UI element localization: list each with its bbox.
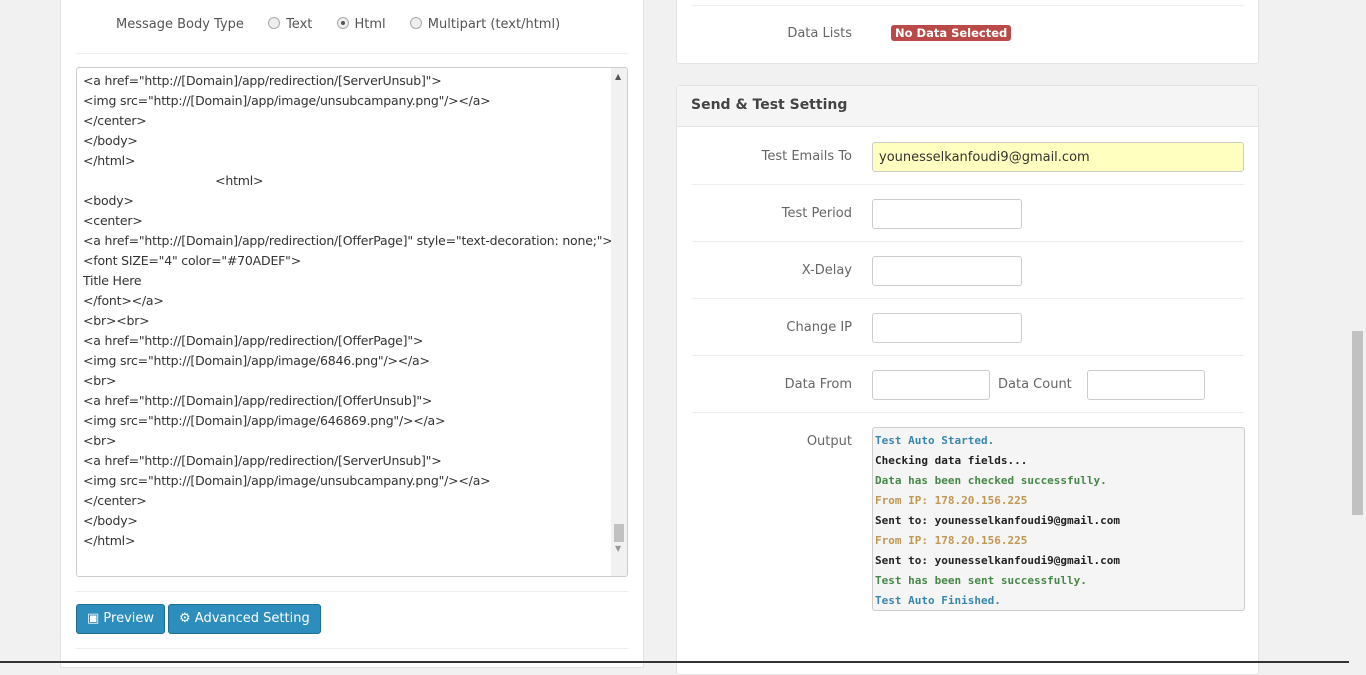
page-scrollbar[interactable] bbox=[1349, 0, 1366, 663]
test-period-input[interactable] bbox=[872, 199, 1022, 229]
html-body-editor[interactable]: <a href="http://[Domain]/app/redirection… bbox=[76, 67, 628, 577]
data-from-label: Data From bbox=[784, 377, 852, 392]
divider bbox=[692, 298, 1244, 299]
divider bbox=[692, 184, 1244, 185]
x-delay-input[interactable] bbox=[872, 256, 1022, 286]
output-line: Test Auto Started. bbox=[875, 434, 995, 447]
code-line: <img src="http://[Domain]/app/image/unsu… bbox=[83, 473, 491, 488]
code-line: </font></a> bbox=[83, 293, 164, 308]
test-emails-label: Test Emails To bbox=[761, 149, 852, 164]
code-line: </body> bbox=[83, 513, 138, 528]
body-type-row: Message Body Type Text Html Multipart (t… bbox=[116, 17, 560, 32]
code-line: <br> bbox=[83, 373, 117, 388]
output-log: Test Auto Started. Checking data fields..… bbox=[872, 427, 1245, 611]
output-line: Checking data fields... bbox=[875, 454, 1028, 467]
code-line: <img src="http://[Domain]/app/image/6846… bbox=[83, 353, 430, 368]
radio-text-label: Text bbox=[286, 17, 313, 32]
divider bbox=[76, 648, 628, 649]
radio-multipart-label: Multipart (text/html) bbox=[427, 17, 561, 32]
code-line: <html> bbox=[83, 173, 264, 188]
divider bbox=[692, 5, 1244, 6]
output-line: Sent to: younesselkanfoudi9@gmail.com bbox=[875, 514, 1121, 527]
data-lists-panel: Data Lists No Data Selected bbox=[676, 0, 1259, 64]
data-count-input[interactable] bbox=[1087, 370, 1205, 400]
output-line: Test has been sent successfully. bbox=[875, 574, 1087, 587]
x-delay-label: X-Delay bbox=[801, 263, 852, 278]
no-data-badge: No Data Selected bbox=[891, 25, 1012, 41]
test-emails-input[interactable] bbox=[872, 142, 1244, 172]
code-line: </html> bbox=[83, 533, 136, 548]
data-count-label: Data Count bbox=[998, 377, 1072, 392]
radio-multipart[interactable] bbox=[409, 17, 422, 29]
code-line: <a href="http://[Domain]/app/redirection… bbox=[83, 73, 442, 88]
code-line: Title Here bbox=[83, 273, 142, 288]
output-line: From IP: 178.20.156.225 bbox=[875, 494, 1028, 507]
code-line: </center> bbox=[83, 113, 147, 128]
output-line: Data has been checked successfully. bbox=[875, 474, 1107, 487]
panel-title: Send & Test Setting bbox=[677, 86, 1258, 127]
body-type-label: Message Body Type bbox=[116, 17, 244, 32]
code-line: <body> bbox=[83, 193, 134, 208]
change-ip-label: Change IP bbox=[786, 320, 852, 335]
test-period-label: Test Period bbox=[781, 206, 852, 221]
radio-text[interactable] bbox=[268, 17, 281, 29]
divider bbox=[692, 355, 1244, 356]
code-line: <a href="http://[Domain]/app/redirection… bbox=[83, 453, 442, 468]
code-line: </html> bbox=[83, 153, 136, 168]
data-lists-label: Data Lists bbox=[787, 26, 852, 41]
send-test-panel: Send & Test Setting Test Emails To Test … bbox=[676, 85, 1259, 675]
output-label: Output bbox=[806, 434, 852, 449]
code-line: <br><br> bbox=[83, 313, 150, 328]
output-line: From IP: 178.20.156.225 bbox=[875, 534, 1028, 547]
code-line: <font SIZE="4" color="#70ADEF"> bbox=[83, 253, 301, 268]
code-line: <img src="http://[Domain]/app/image/6468… bbox=[83, 413, 446, 428]
code-line: </body> bbox=[83, 133, 138, 148]
code-line: <center> bbox=[83, 213, 143, 228]
code-line: <br> bbox=[83, 433, 117, 448]
message-body-panel: Message Body Type Text Html Multipart (t… bbox=[60, 0, 644, 668]
preview-button[interactable]: ▣ Preview bbox=[76, 604, 166, 634]
output-line: Test Auto Finished. bbox=[875, 594, 1001, 607]
advanced-setting-button[interactable]: ⚙ Advanced Setting bbox=[168, 604, 321, 634]
gear-icon: ⚙ bbox=[179, 611, 195, 626]
radio-html-label: Html bbox=[354, 17, 386, 32]
editor-scrollbar[interactable]: ▲ ▼ bbox=[611, 68, 627, 576]
divider bbox=[692, 412, 1244, 413]
code-line: <a href="http://[Domain]/app/redirection… bbox=[83, 233, 613, 248]
divider bbox=[692, 241, 1244, 242]
radio-html[interactable] bbox=[336, 17, 349, 29]
change-ip-input[interactable] bbox=[872, 313, 1022, 343]
data-from-input[interactable] bbox=[872, 370, 990, 400]
code-line: <a href="http://[Domain]/app/redirection… bbox=[83, 393, 433, 408]
image-icon: ▣ bbox=[87, 611, 104, 626]
code-line: <img src="http://[Domain]/app/image/unsu… bbox=[83, 93, 491, 108]
divider bbox=[76, 53, 628, 54]
divider bbox=[76, 591, 628, 592]
editor-content[interactable]: <a href="http://[Domain]/app/redirection… bbox=[77, 68, 627, 554]
code-line: </center> bbox=[83, 493, 147, 508]
output-line: Sent to: younesselkanfoudi9@gmail.com bbox=[875, 554, 1121, 567]
code-line: <a href="http://[Domain]/app/redirection… bbox=[83, 333, 424, 348]
